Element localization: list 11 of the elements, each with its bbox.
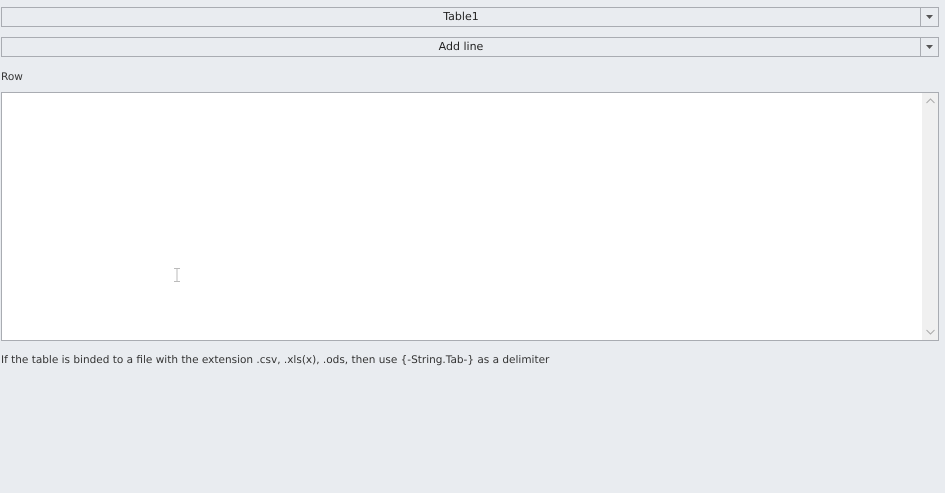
caret-icon bbox=[926, 15, 933, 19]
hint-text: If the table is binded to a file with the extension .csv, .xls(x), .ods, then use {-String.Tab-} as a delimiter bbox=[1, 354, 550, 366]
scroll-down-icon[interactable] bbox=[926, 329, 934, 335]
dropdown[interactable]: Add line bbox=[1, 37, 939, 57]
scroll-up-icon[interactable] bbox=[926, 98, 934, 104]
text-area[interactable] bbox=[1, 92, 939, 341]
scrollbar[interactable] bbox=[922, 93, 938, 340]
caret-icon bbox=[926, 45, 933, 49]
dropdown[interactable]: Table1 bbox=[1, 7, 939, 27]
text-cursor-icon bbox=[174, 268, 180, 282]
field-label: Row bbox=[1, 71, 24, 85]
